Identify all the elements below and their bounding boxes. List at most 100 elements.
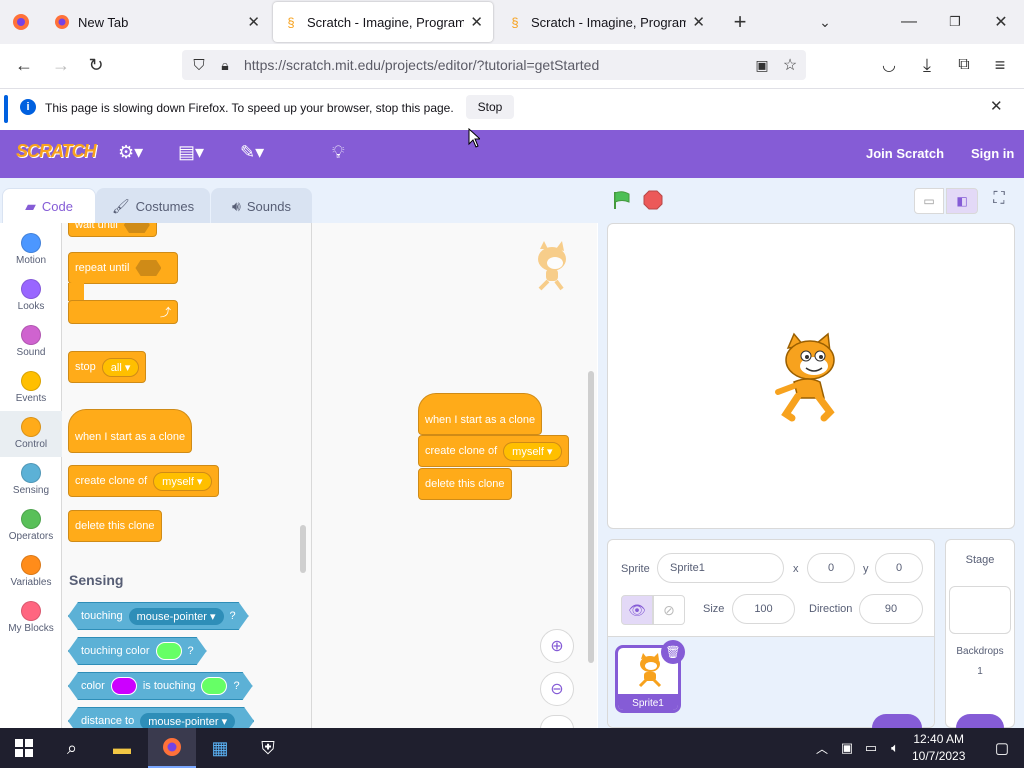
file-explorer-icon[interactable]: ▬	[98, 728, 146, 768]
delete-sprite-trash-icon[interactable]: 🗑︎	[661, 640, 685, 664]
block-create-clone[interactable]: create clone of myself ▾	[68, 465, 219, 497]
block-delete-clone[interactable]: delete this clone	[68, 510, 162, 542]
sprite-name-field[interactable]: Sprite1	[657, 553, 784, 583]
lock-icon[interactable]: 🔒︎	[212, 52, 238, 78]
search-icon[interactable]: ⌕	[48, 728, 96, 768]
close-tab-icon[interactable]: ✕	[692, 13, 705, 31]
edit-menu-icon[interactable]: ✎▾	[240, 142, 264, 163]
tray-volume-icon[interactable]: 🔈︎	[884, 728, 906, 768]
color-swatch[interactable]	[201, 677, 227, 695]
show-sprite-eye-icon[interactable]: 👁︎	[621, 595, 653, 625]
tray-network-icon[interactable]: ▣	[836, 728, 858, 768]
script-create-clone[interactable]: create clone of myself ▾	[418, 435, 569, 467]
url-text[interactable]: https://scratch.mit.edu/projects/editor/…	[244, 57, 599, 73]
distance-dropdown[interactable]: mouse-pointer ▾	[140, 713, 235, 729]
minimize-icon[interactable]: —	[896, 9, 922, 35]
close-tab-icon[interactable]: ✕	[247, 13, 260, 31]
category-sensing[interactable]: Sensing	[0, 457, 62, 503]
palette-scrollbar[interactable]	[300, 525, 306, 573]
stop-button[interactable]: Stop	[466, 95, 514, 119]
tab-sounds[interactable]: 🔊︎ Sounds	[211, 188, 312, 223]
green-flag-icon[interactable]	[612, 190, 632, 210]
block-repeat-until[interactable]: repeat until	[68, 252, 178, 284]
taskbar-clock[interactable]: 12:40 AM 10/7/2023	[912, 731, 965, 765]
y-position-field[interactable]: 0	[875, 553, 923, 583]
hide-sprite-eye-icon[interactable]: ⊘	[653, 595, 685, 625]
category-control[interactable]: Control	[0, 411, 62, 457]
block-touching[interactable]: touching mouse-pointer ▾?	[68, 602, 249, 630]
zoom-in-icon[interactable]: ⊕	[540, 629, 574, 663]
tab-scratch-active[interactable]: § Scratch - Imagine, Program, Sh ✕	[273, 2, 493, 42]
category-my-blocks[interactable]: My Blocks	[0, 595, 62, 641]
hamburger-menu-icon[interactable]: ≡	[987, 52, 1013, 78]
script-scrollbar[interactable]	[588, 371, 594, 663]
reload-icon[interactable]: ↻	[83, 52, 109, 78]
clone-target-dropdown[interactable]: myself ▾	[153, 471, 212, 491]
x-position-field[interactable]: 0	[807, 553, 855, 583]
script-clone-dropdown[interactable]: myself ▾	[503, 441, 562, 461]
block-when-clone-start[interactable]: when I start as a clone	[68, 409, 192, 453]
list-tabs-chevron-icon[interactable]: ⌄	[812, 9, 838, 35]
stage-canvas[interactable]	[607, 223, 1015, 529]
repeat-loop-end[interactable]: ⤴	[68, 300, 178, 324]
fullscreen-icon[interactable]: ⛶	[988, 190, 1010, 212]
zoom-out-icon[interactable]: ⊖	[540, 672, 574, 706]
settings-gear-icon[interactable]: ⚙▾	[118, 142, 143, 163]
block-stop[interactable]: stop all ▾	[68, 351, 147, 383]
forward-arrow-icon[interactable]: →	[48, 52, 74, 78]
block-color-is-touching[interactable]: color is touching?	[68, 672, 253, 700]
script-delete-clone[interactable]: delete this clone	[418, 468, 512, 500]
category-looks[interactable]: Looks	[0, 273, 62, 319]
tray-device-icon[interactable]: ▭	[860, 728, 882, 768]
category-events[interactable]: Events	[0, 365, 62, 411]
zoom-reset-icon[interactable]	[540, 715, 574, 729]
color-swatch[interactable]	[111, 677, 137, 695]
reader-view-icon[interactable]: ▣	[749, 52, 775, 78]
security-shield-icon[interactable]: ⛨	[244, 728, 292, 768]
script-area[interactable]: when I start as a clone create clone of m…	[312, 223, 597, 729]
tab-scratch-2[interactable]: § Scratch - Imagine, Program, Sh ✕	[497, 2, 715, 42]
category-sound[interactable]: Sound	[0, 319, 62, 365]
restore-icon[interactable]: ❐	[942, 9, 968, 35]
extensions-icon[interactable]: ⧉	[951, 52, 977, 78]
touching-dropdown[interactable]: mouse-pointer ▾	[129, 608, 224, 625]
tab-code[interactable]: ▰ Code	[2, 188, 96, 223]
stop-dropdown[interactable]: all ▾	[101, 357, 140, 377]
close-notification-icon[interactable]: ✕	[990, 97, 1003, 115]
choose-backdrop-button[interactable]	[956, 714, 1004, 728]
size-field[interactable]: 100	[732, 594, 795, 624]
stage-selector-pane[interactable]: Stage Backdrops 1	[945, 539, 1015, 728]
block-touching-color[interactable]: touching color?	[68, 637, 207, 665]
normal-stage-icon[interactable]: ◧	[946, 188, 978, 214]
new-tab-plus-icon[interactable]: +	[727, 9, 753, 35]
script-when-clone-start[interactable]: when I start as a clone	[418, 393, 542, 435]
backdrop-thumbnail[interactable]	[949, 586, 1011, 634]
tab-costumes[interactable]: 🖌︎ Costumes	[96, 188, 210, 223]
firefox-menu-icon[interactable]	[8, 9, 34, 35]
tab-new-tab[interactable]: New Tab ✕	[44, 2, 270, 42]
category-operators[interactable]: Operators	[0, 503, 62, 549]
sign-in-link[interactable]: Sign in	[971, 146, 1014, 161]
cat-sprite-icon[interactable]	[768, 332, 858, 424]
shield-icon[interactable]: ⛉	[186, 52, 212, 78]
pocket-icon[interactable]: ◡	[876, 52, 902, 78]
stop-sign-icon[interactable]	[643, 190, 663, 210]
small-stage-icon[interactable]: ▭	[914, 188, 944, 214]
control-panel-icon[interactable]: ▦	[196, 728, 244, 768]
bookmark-star-icon[interactable]: ☆	[777, 52, 803, 78]
windows-start-icon[interactable]	[0, 728, 48, 768]
tutorials-lightbulb-icon[interactable]: 💡︎	[332, 142, 345, 163]
join-scratch-link[interactable]: Join Scratch	[866, 146, 944, 161]
downloads-icon[interactable]: ⤓	[914, 52, 940, 78]
block-distance-to[interactable]: distance to mouse-pointer ▾	[68, 707, 254, 728]
choose-sprite-button[interactable]	[872, 714, 922, 728]
back-arrow-icon[interactable]: ←	[11, 52, 37, 78]
close-window-icon[interactable]: ✕	[988, 9, 1014, 35]
direction-field[interactable]: 90	[859, 594, 923, 624]
block-wait-until[interactable]: wait until	[68, 223, 157, 237]
file-menu-icon[interactable]: ▤▾	[178, 142, 204, 163]
color-swatch[interactable]	[156, 642, 182, 660]
scratch-logo[interactable]: SCRATCH	[16, 141, 97, 167]
category-motion[interactable]: Motion	[0, 227, 62, 273]
firefox-taskbar-icon[interactable]	[148, 728, 196, 768]
